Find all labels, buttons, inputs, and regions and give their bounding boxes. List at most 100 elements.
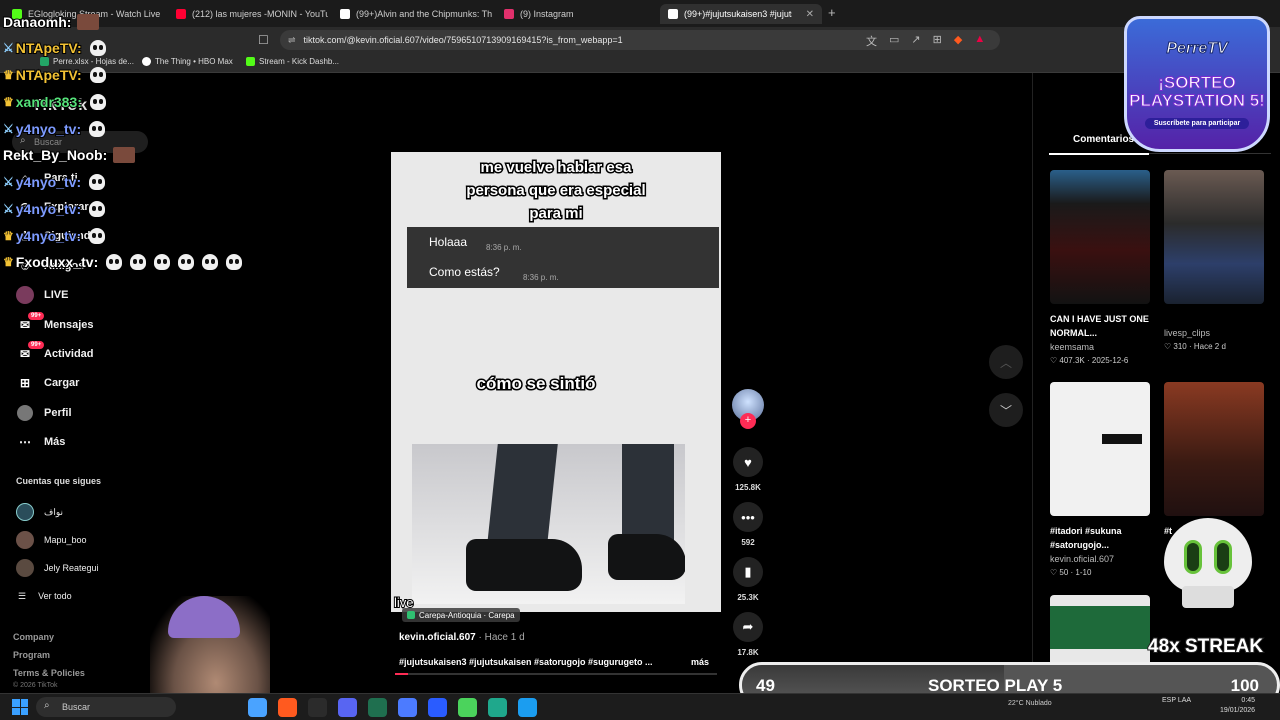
video-card[interactable]: livesp_clips ♡ 310 · Hace 2 d	[1164, 170, 1264, 351]
taskbar-app-icon[interactable]	[488, 698, 507, 717]
video-card[interactable]: CAN I HAVE JUST ONE NORMAL... keemsama ♡…	[1050, 170, 1150, 365]
chat-line: ♛ y4nyo_tv:	[3, 227, 106, 245]
skull-emote-icon	[130, 254, 147, 270]
cast-icon[interactable]: ▭	[889, 33, 899, 49]
avatar	[16, 559, 34, 577]
live-icon	[16, 286, 34, 305]
taskbar-app-icon[interactable]	[248, 698, 267, 717]
sidebar-item-actividad[interactable]: ✉ 99+ Actividad	[12, 339, 172, 368]
follow-plus-icon[interactable]: +	[740, 413, 756, 429]
video-card[interactable]: #itadori #sukuna #satorugojo... kevin.of…	[1050, 382, 1150, 577]
bookmark-hbo[interactable]: The Thing • HBO Max	[142, 57, 233, 66]
see-all-link[interactable]: ☰ Ver todo	[16, 582, 166, 610]
tab-tiktok-active[interactable]: (99+)#jujutsukaisen3 #jujutsuka✕	[660, 4, 822, 24]
more-icon: ⋯	[19, 435, 31, 450]
translate-icon[interactable]: 文	[866, 33, 877, 49]
location-chip[interactable]: Carepa-Antioquia · Carepa	[402, 608, 520, 622]
sidebar-item-cargar[interactable]: ⊞ Cargar	[12, 369, 172, 398]
sidebar-item-live[interactable]: LIVE	[12, 281, 172, 310]
footer-link-program[interactable]: Program	[13, 646, 85, 664]
taskbar-app-icon[interactable]	[518, 698, 537, 717]
site-info-icon[interactable]: ⇌	[288, 35, 296, 46]
bookmark-icon[interactable]: ▮	[733, 557, 763, 587]
video-progress[interactable]	[395, 673, 717, 675]
streak-counter: 48x STREAK	[1147, 635, 1264, 658]
share-action: ➦ 17.8K	[732, 612, 764, 657]
footer-link-company[interactable]: Company	[13, 628, 85, 646]
rewards-icon[interactable]: ▲	[974, 33, 985, 49]
taskbar-app-icon[interactable]	[368, 698, 387, 717]
sidebar-item-perfil[interactable]: Perfil	[12, 398, 172, 427]
taskbar-app-icon[interactable]	[428, 698, 447, 717]
share-page-icon[interactable]: ↗	[911, 33, 920, 49]
video-thumbnail	[1050, 170, 1150, 304]
video-hashtags[interactable]: #jujutsukaisen3 #jujutsukaisen #satorugo…	[399, 657, 669, 667]
hbo-icon	[142, 57, 151, 66]
bookmark-sheet[interactable]: Perre.xlsx - Hojas de...	[40, 57, 134, 66]
new-tab-button[interactable]: +	[828, 5, 836, 20]
heart-icon: ♡	[1164, 342, 1172, 351]
brave-shield-icon[interactable]: ◆	[954, 33, 962, 49]
video-author[interactable]: kevin.oficial.607 · Hace 1 d	[399, 632, 525, 643]
cap	[168, 596, 240, 638]
video-player[interactable]: me vuelve hablar esa persona que era esp…	[391, 152, 721, 612]
avatar	[16, 503, 34, 521]
taskbar-app-icon[interactable]	[338, 698, 357, 717]
sidebar-item-mensajes[interactable]: ✉ 99+ Mensajes	[12, 310, 172, 339]
footer-link-terms[interactable]: Terms & Policies	[13, 664, 85, 682]
skull-emote-icon	[89, 228, 106, 244]
creator-avatar[interactable]: +	[732, 389, 764, 429]
taskbar-app-icon[interactable]	[458, 698, 477, 717]
extensions-icon[interactable]: ⊞	[933, 33, 942, 49]
video-progress-fill	[395, 673, 408, 675]
share-icon[interactable]: ➦	[733, 612, 763, 642]
activity-badge: 99+	[28, 341, 45, 350]
more-button[interactable]: más	[691, 657, 709, 667]
tiktok-icon	[340, 9, 350, 19]
perretv-sorteo-badge: PerreTV ¡SORTEO PLAYSTATION 5! Suscríbete…	[1118, 8, 1276, 158]
kick-icon	[246, 57, 255, 66]
skull-emote-icon	[89, 40, 106, 56]
tab-youtube[interactable]: (212) las mujeres -MONIN - YouTube	[168, 4, 328, 24]
upload-icon: ⊞	[19, 376, 31, 391]
windows-start-icon[interactable]	[12, 699, 28, 715]
emote-icon	[77, 14, 100, 30]
chat-line: ⚔ NTApeTV:	[3, 39, 106, 57]
tab-instagram[interactable]: (9) Instagram	[496, 4, 656, 24]
tab-tiktok-alvin[interactable]: (99+)Alvin and the Chipmunks: Theo	[332, 4, 492, 24]
following-item[interactable]: Mapu_boo	[16, 526, 166, 554]
chat-line: ♛ xandr383:	[3, 93, 106, 111]
chat-time: 8:36 p. m.	[486, 243, 522, 252]
list-icon: ☰	[18, 590, 27, 601]
bookmark-kick[interactable]: Stream - Kick Dashb...	[246, 57, 339, 66]
chevron-down-icon[interactable]: ﹀	[989, 393, 1023, 427]
heart-icon: ♡	[1050, 568, 1058, 577]
comment-icon[interactable]: •••	[733, 502, 763, 532]
crown-badge-icon: ♛	[3, 255, 14, 269]
chevron-up-icon[interactable]: ︿	[989, 345, 1023, 379]
taskbar-search[interactable]: ⌕ Buscar	[36, 697, 176, 717]
save-action: ▮ 25.3K	[732, 557, 764, 602]
skull-emote-icon	[106, 254, 123, 270]
skull-emote-icon	[89, 201, 106, 217]
chat-line: ♛ NTApeTV:	[3, 66, 106, 84]
url-tools: 文 ▭ ↗ ⊞ ◆ ▲	[866, 33, 985, 49]
taskbar-app-icon[interactable]	[278, 698, 297, 717]
sidebar-item-mas[interactable]: ⋯ Más	[12, 428, 172, 457]
following-item[interactable]: نواف	[16, 498, 166, 526]
following-item[interactable]: Jely Reategui	[16, 554, 166, 582]
bookmark-star-icon[interactable]: ☐	[258, 33, 269, 47]
like-action: ♥ 125.8K	[732, 447, 764, 492]
close-tab-icon[interactable]: ✕	[806, 9, 814, 20]
chat-line: ⚔ y4nyo_tv:	[3, 120, 106, 138]
language-indicator[interactable]: ESP LAA	[1162, 696, 1191, 706]
windows-taskbar: ⌕ Buscar 22°C Nublado ESP LAA 0:45 19/01/2…	[0, 693, 1280, 720]
taskbar-app-icon[interactable]	[308, 698, 327, 717]
heart-icon: ♡	[1050, 356, 1058, 365]
weather-widget[interactable]: 22°C Nublado	[1008, 700, 1052, 707]
skull-emote-icon	[89, 121, 106, 137]
chat-line: Danaomh:	[2, 13, 100, 31]
heart-icon[interactable]: ♥	[733, 447, 763, 477]
taskbar-app-icon[interactable]	[398, 698, 417, 717]
clock[interactable]: 0:45 19/01/2026	[1220, 696, 1255, 716]
